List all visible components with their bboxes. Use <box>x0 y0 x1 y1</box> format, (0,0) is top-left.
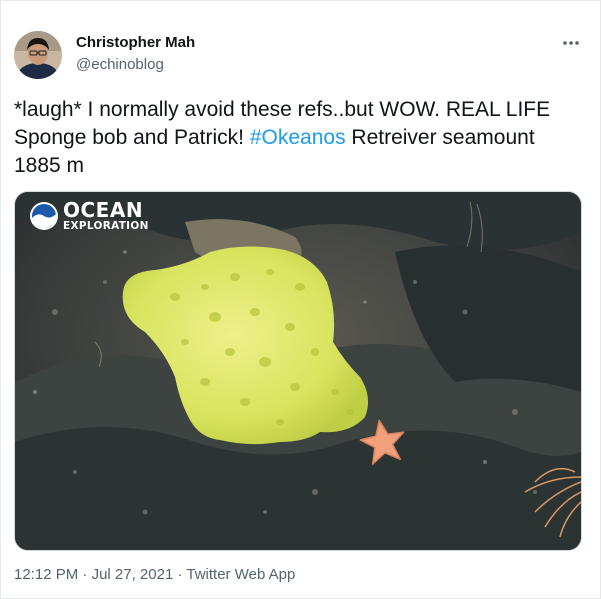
tweet-date[interactable]: Jul 27, 2021 <box>92 566 174 583</box>
seafloor-photo <box>15 192 581 550</box>
more-dots-icon[interactable] <box>560 34 582 52</box>
author-display-name[interactable]: Christopher Mah <box>76 34 195 51</box>
ocean-exploration-logo: OCEAN EXPLORATION <box>29 200 149 232</box>
tweet-metadata: 12:12 PM · Jul 27, 2021 · Twitter Web Ap… <box>14 566 295 583</box>
tweet-text: *laugh* I normally avoid these refs..but… <box>14 96 574 180</box>
avatar[interactable] <box>14 31 62 79</box>
tweet-media-image[interactable]: OCEAN EXPLORATION <box>14 191 582 551</box>
separator: · <box>177 566 183 583</box>
separator: · <box>82 566 88 583</box>
author-handle[interactable]: @echinoblog <box>76 56 164 73</box>
tweet-source[interactable]: Twitter Web App <box>186 566 295 583</box>
user-avatar-photo-icon <box>14 31 62 79</box>
noaa-logo-icon <box>30 202 58 230</box>
tweet-time[interactable]: 12:12 PM <box>14 566 78 583</box>
logo-title: OCEAN <box>63 198 144 222</box>
hashtag-link[interactable]: #Okeanos <box>250 126 346 149</box>
logo-subtitle: EXPLORATION <box>63 220 149 232</box>
